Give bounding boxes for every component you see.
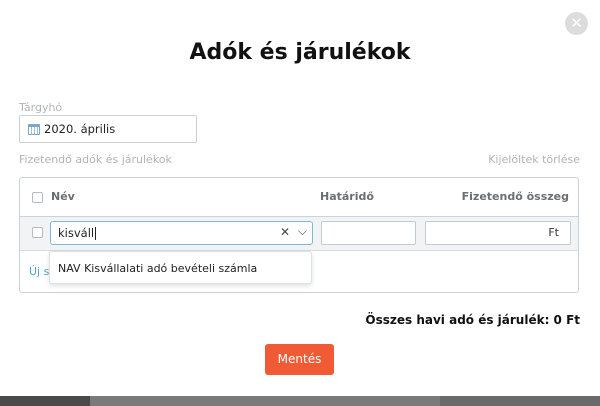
subject-month-label: Tárgyhó — [19, 101, 63, 114]
page-title: Adók és járulékok — [189, 40, 411, 65]
select-all-checkbox[interactable] — [32, 192, 43, 203]
amount-currency: Ft — [548, 226, 559, 239]
autocomplete-dropdown: NAV Kisvállalati adó bevételi számla — [49, 251, 312, 284]
column-header-amount: Fizetendő összeg — [461, 190, 569, 203]
amount-input[interactable]: Ft — [425, 221, 571, 245]
modal-dialog: ✕ Adók és járulékok Tárgyhó 2020. áprili… — [0, 0, 600, 396]
background-overlay — [0, 396, 600, 406]
tax-name-input-value: kisváll — [58, 226, 95, 240]
clear-selected-link[interactable]: Kijelöltek törlése — [488, 153, 580, 166]
column-header-name: Név — [51, 190, 75, 203]
subject-month-field[interactable]: 2020. április — [19, 115, 197, 143]
table-row: kisváll ✕ ⌵ Ft — [20, 217, 578, 251]
tax-name-input[interactable]: kisváll ✕ ⌵ — [50, 221, 313, 245]
taxes-section-label: Fizetendő adók és járulékok — [19, 153, 172, 166]
deadline-input[interactable] — [321, 221, 416, 245]
clear-icon[interactable]: ✕ — [280, 225, 290, 239]
save-button[interactable]: Mentés — [265, 344, 334, 375]
chevron-down-icon[interactable]: ⌵ — [298, 224, 307, 239]
close-icon[interactable]: ✕ — [565, 12, 588, 35]
table-header: Név Határidő Fizetendő összeg — [20, 178, 578, 217]
subject-month-value: 2020. április — [44, 122, 116, 136]
monthly-total: Összes havi adó és járulék: 0 Ft — [365, 313, 580, 327]
row-checkbox[interactable] — [32, 227, 43, 238]
dropdown-option[interactable]: NAV Kisvállalati adó bevételi számla — [58, 262, 257, 275]
text-caret — [95, 226, 97, 240]
column-header-deadline: Határidő — [320, 190, 374, 203]
calendar-icon — [28, 123, 40, 135]
add-new-row-link[interactable]: Új s — [29, 265, 49, 278]
